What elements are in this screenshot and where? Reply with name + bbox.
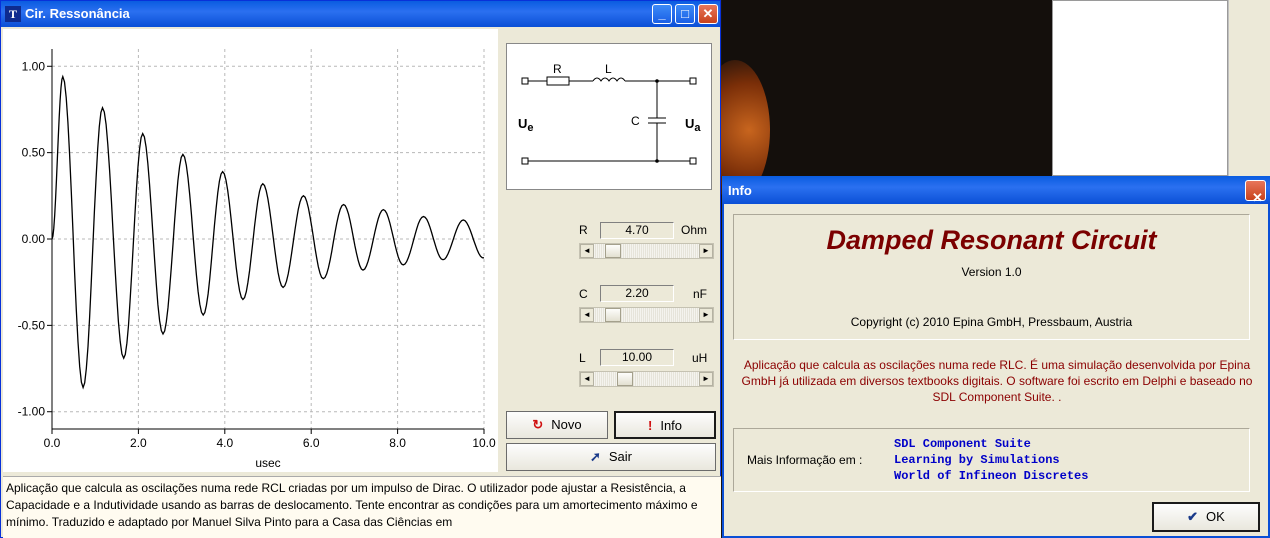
x-axis-label: usec	[255, 456, 280, 470]
y-tick-label: 1.00	[22, 59, 46, 73]
plot-svg: 0.0 2.0 4.0 6.0 8.0 10.0 1.00 0.50 0.00 -0.50 -1.0…	[18, 49, 496, 470]
description-text: Aplicação que calcula as oscilações numa…	[3, 476, 721, 538]
oscillation-plot: 0.0 2.0 4.0 6.0 8.0 10.0 1.00 0.50 0.00 -0.50 -1.0…	[3, 29, 498, 472]
novo-button[interactable]: ↻ Novo	[506, 411, 608, 439]
window-title: Cir. Ressonância	[25, 6, 130, 21]
oscillation-curve	[51, 74, 485, 390]
x-tick-label: 2.0	[130, 436, 147, 450]
maximize-button[interactable]: □	[675, 4, 695, 24]
label-ua: Ua	[685, 116, 701, 134]
c-slider-thumb[interactable]	[604, 308, 621, 322]
slider-right-arrow-icon[interactable]: ►	[699, 244, 713, 258]
maximize-icon: □	[681, 6, 689, 21]
x-tick-label: 0.0	[44, 436, 61, 450]
copyright-text: Copyright (c) 2010 Epina GmbH, Pressbaum…	[850, 315, 1133, 329]
c-unit: nF	[693, 287, 708, 301]
c-label: C	[579, 287, 588, 301]
label-ue: Ue	[518, 116, 534, 134]
l-unit: uH	[692, 351, 708, 365]
background-window-white	[1052, 0, 1228, 176]
x-tick-label: 4.0	[216, 436, 233, 450]
slider-right-arrow-icon[interactable]: ►	[699, 372, 713, 386]
r-label: R	[579, 223, 588, 237]
y-tick-label: -0.50	[18, 318, 46, 332]
dialog-description: Aplicação que calcula as oscilações numa…	[741, 358, 1253, 404]
inductor-symbol	[592, 77, 626, 82]
label-l: L	[605, 62, 612, 76]
link-world-of-infineon[interactable]: World of Infineon Discretes	[894, 469, 1088, 483]
link-sdl-component-suite[interactable]: SDL Component Suite	[894, 437, 1031, 451]
r-slider-thumb[interactable]	[604, 244, 621, 258]
info-dialog: Info ✕ Damped Resonant Circuit Version 1…	[722, 176, 1270, 538]
minimize-icon: _	[658, 6, 666, 21]
slider-left-arrow-icon[interactable]: ◄	[580, 308, 594, 322]
label-r: R	[553, 62, 562, 76]
app-icon: T	[5, 6, 21, 22]
x-tick-label: 10.0	[472, 436, 496, 450]
y-tick-label: 0.00	[22, 232, 46, 246]
dialog-title: Info	[728, 183, 752, 198]
exclamation-icon: !	[647, 418, 653, 433]
l-slider-thumb[interactable]	[616, 372, 633, 386]
ok-button[interactable]: ✔ OK	[1152, 502, 1260, 532]
link-learning-by-simulations[interactable]: Learning by Simulations	[894, 453, 1060, 467]
close-icon: ✕	[702, 6, 714, 21]
refresh-icon: ↻	[532, 417, 544, 432]
checkmark-icon: ✔	[1187, 509, 1199, 524]
more-info-label: Mais Informação em :	[747, 453, 863, 467]
close-icon: ✕	[1252, 190, 1263, 205]
slider-right-arrow-icon[interactable]: ►	[699, 308, 713, 322]
slider-left-arrow-icon[interactable]: ◄	[580, 244, 594, 258]
close-button[interactable]: ✕	[698, 4, 718, 24]
novo-label: Novo	[551, 417, 582, 432]
info-button[interactable]: ! Info	[614, 411, 716, 439]
c-slider[interactable]: ◄ ►	[579, 307, 714, 323]
more-info-panel: Mais Informação em : SDL Component Suite…	[733, 428, 1250, 492]
info-label: Info	[660, 418, 683, 433]
main-window: T Cir. Ressonância _ □ ✕ 0.0 2.0 4.0 6.0 8.0…	[0, 0, 721, 538]
sair-label: Sair	[608, 449, 633, 464]
r-slider[interactable]: ◄ ►	[579, 243, 714, 259]
about-panel: Damped Resonant Circuit Version 1.0 Copy…	[733, 214, 1250, 340]
r-value-field: 4.70	[600, 222, 674, 239]
app-heading: Damped Resonant Circuit	[826, 225, 1157, 255]
circuit-svg: R L C Ue Ua	[518, 62, 701, 165]
sair-button[interactable]: ➚ Sair	[506, 443, 716, 471]
resistor-symbol	[546, 76, 570, 86]
dialog-title-bar[interactable]: Info ✕	[722, 176, 1270, 205]
x-tick-label: 8.0	[389, 436, 406, 450]
exit-arrow-icon: ➚	[589, 449, 601, 464]
title-bar[interactable]: T Cir. Ressonância _ □ ✕	[1, 1, 720, 27]
l-label: L	[579, 351, 586, 365]
l-value-field: 10.00	[600, 349, 674, 366]
l-slider[interactable]: ◄ ►	[579, 371, 714, 387]
minimize-button[interactable]: _	[652, 4, 672, 24]
circuit-diagram: R L C Ue Ua	[506, 43, 712, 190]
slider-left-arrow-icon[interactable]: ◄	[580, 372, 594, 386]
ok-label: OK	[1206, 509, 1225, 524]
r-unit: Ohm	[681, 223, 708, 237]
dialog-close-button[interactable]: ✕	[1245, 180, 1266, 205]
c-value-field: 2.20	[600, 285, 674, 302]
version-text: Version 1.0	[961, 265, 1022, 279]
label-c: C	[631, 114, 640, 128]
y-tick-label: -1.00	[18, 405, 46, 419]
y-tick-label: 0.50	[22, 146, 46, 160]
x-tick-label: 6.0	[303, 436, 320, 450]
